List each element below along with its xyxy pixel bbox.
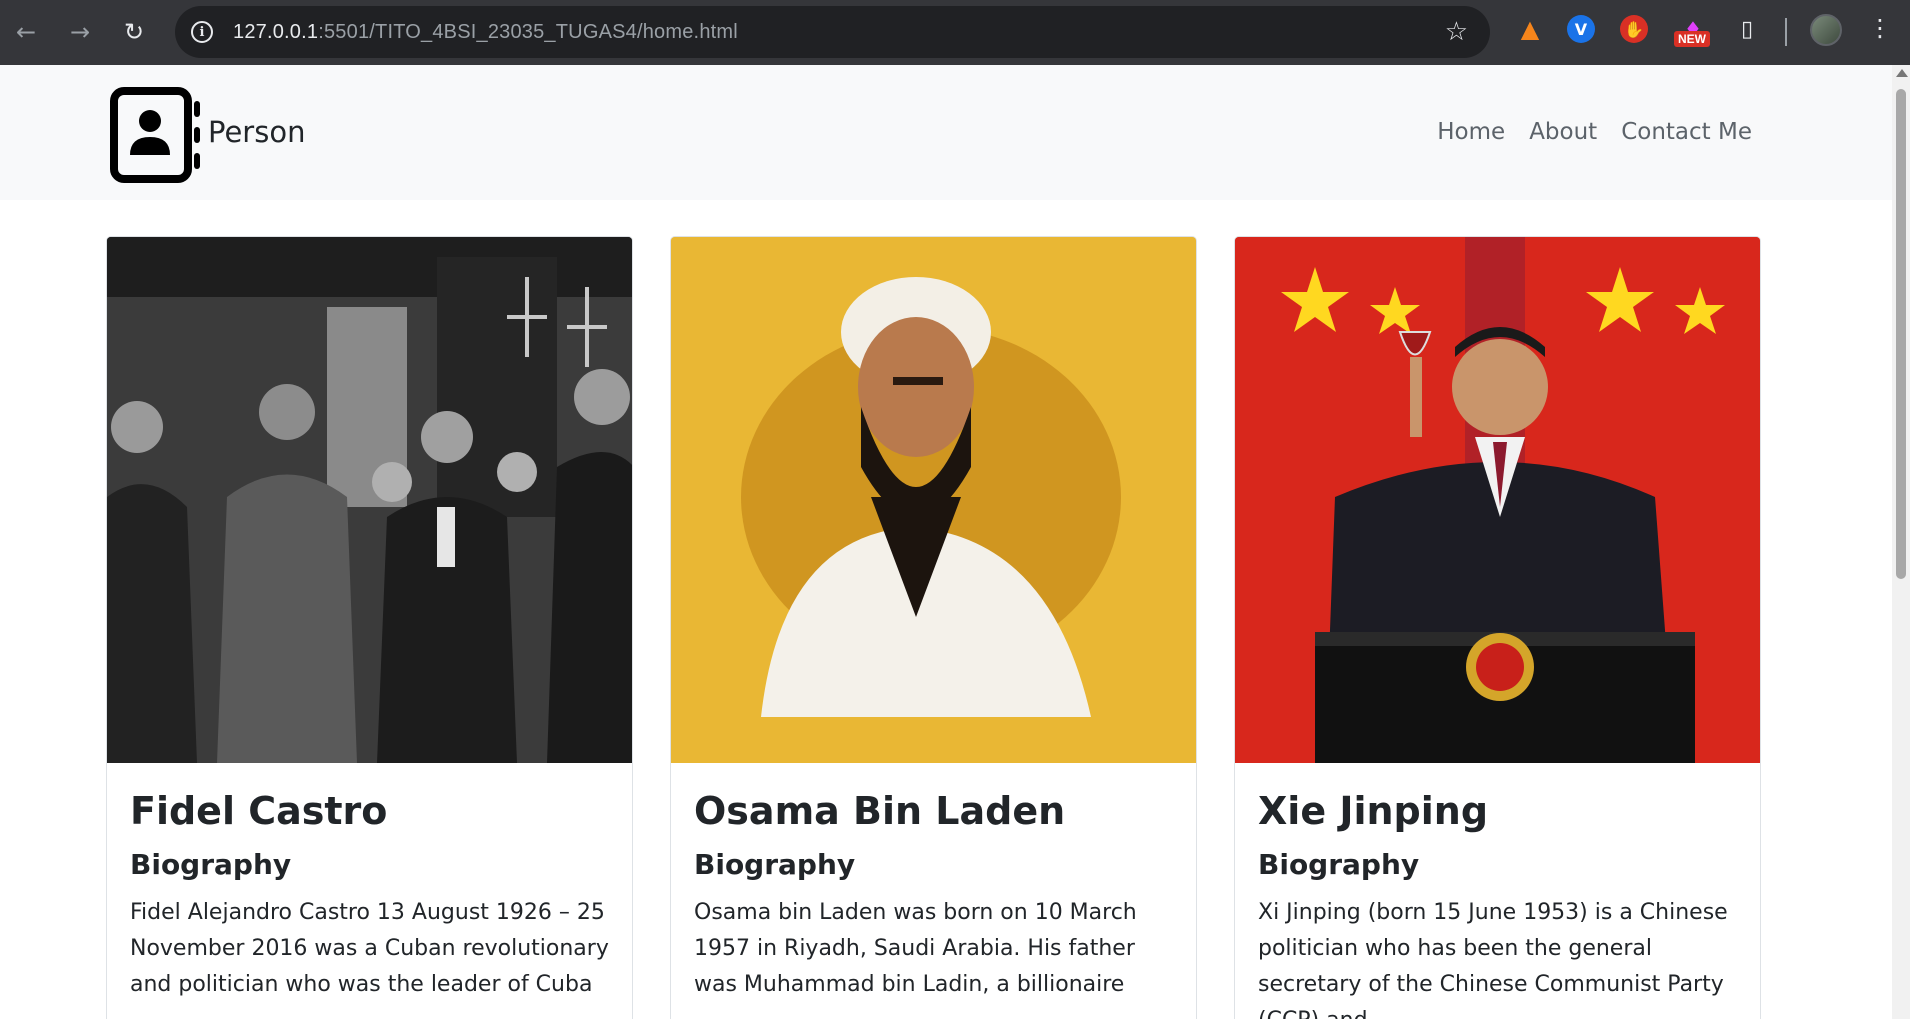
page-scrollbar[interactable] xyxy=(1892,65,1910,1019)
url-host: 127.0.0.1 xyxy=(233,20,319,43)
scroll-up-arrow-icon[interactable] xyxy=(1896,69,1908,77)
card-image-osama-bin-laden xyxy=(671,237,1196,763)
person-card: Osama Bin Laden Biography Osama bin Lade… xyxy=(670,236,1197,1019)
card-title: Osama Bin Laden xyxy=(694,789,1066,833)
site-info-icon[interactable]: i xyxy=(191,21,213,43)
url-text[interactable]: 127.0.0.1:5501/TITO_4BSI_23035_TUGAS4/ho… xyxy=(233,21,738,44)
photo-illustration xyxy=(1235,237,1760,763)
person-card: Xie Jinping Biography Xi Jinping (born 1… xyxy=(1234,236,1761,1019)
card-title: Fidel Castro xyxy=(130,789,388,833)
profile-avatar[interactable] xyxy=(1810,14,1842,46)
contact-book-icon xyxy=(110,87,200,183)
card-title: Xie Jinping xyxy=(1258,789,1489,833)
extensions-puzzle-icon[interactable]: ▯ xyxy=(1730,12,1764,46)
address-bar[interactable]: i 127.0.0.1:5501/TITO_4BSI_23035_TUGAS4/… xyxy=(175,6,1490,58)
metamask-extension-icon[interactable]: ▲ xyxy=(1513,12,1547,46)
card-image-xi-jinping xyxy=(1235,237,1760,763)
reload-icon[interactable]: ↻ xyxy=(116,14,152,50)
nav-link-contact[interactable]: Contact Me xyxy=(1621,119,1752,145)
card-body: Fidel Castro Biography Fidel Alejandro C… xyxy=(107,763,632,1019)
page-viewport: Person Home About Contact Me Fidel Castr… xyxy=(0,65,1892,1019)
card-subtitle: Biography xyxy=(1258,848,1420,881)
photo-illustration xyxy=(107,237,632,763)
nav-links: Home About Contact Me xyxy=(1437,119,1752,145)
browser-menu-icon[interactable]: ⋮ xyxy=(1868,14,1892,42)
card-grid: Fidel Castro Biography Fidel Alejandro C… xyxy=(106,236,1761,1019)
card-text: Fidel Alejandro Castro 13 August 1926 – … xyxy=(130,900,609,997)
toolbar-divider xyxy=(1785,18,1787,46)
person-card: Fidel Castro Biography Fidel Alejandro C… xyxy=(106,236,633,1019)
url-path: :5501/TITO_4BSI_23035_TUGAS4/home.html xyxy=(318,20,738,43)
browser-toolbar: ← → ↻ i 127.0.0.1:5501/TITO_4BSI_23035_T… xyxy=(0,0,1910,65)
scroll-thumb[interactable] xyxy=(1896,89,1906,579)
v-extension-icon[interactable]: V xyxy=(1567,15,1595,43)
site-navbar: Person Home About Contact Me xyxy=(0,65,1892,200)
navbar-brand[interactable]: Person xyxy=(110,85,305,185)
brand-text: Person xyxy=(208,115,306,149)
bookmark-star-icon[interactable]: ☆ xyxy=(1445,17,1468,47)
card-text: Osama bin Laden was born on 10 March 195… xyxy=(694,900,1137,997)
forward-icon[interactable]: → xyxy=(62,14,98,50)
nav-link-about[interactable]: About xyxy=(1529,119,1597,145)
card-subtitle: Biography xyxy=(694,848,856,881)
portrait-illustration xyxy=(671,237,1196,763)
back-icon[interactable]: ← xyxy=(8,14,44,50)
card-text: Xi Jinping (born 15 June 1953) is a Chin… xyxy=(1258,900,1728,1019)
new-badge: NEW xyxy=(1674,31,1710,47)
hand-extension-icon[interactable]: ✋ xyxy=(1620,15,1648,43)
card-subtitle: Biography xyxy=(130,848,292,881)
card-body: Osama Bin Laden Biography Osama bin Lade… xyxy=(671,763,1196,1019)
card-image-fidel-castro xyxy=(107,237,632,763)
nav-link-home[interactable]: Home xyxy=(1437,119,1505,145)
card-body: Xie Jinping Biography Xi Jinping (born 1… xyxy=(1235,763,1760,1019)
